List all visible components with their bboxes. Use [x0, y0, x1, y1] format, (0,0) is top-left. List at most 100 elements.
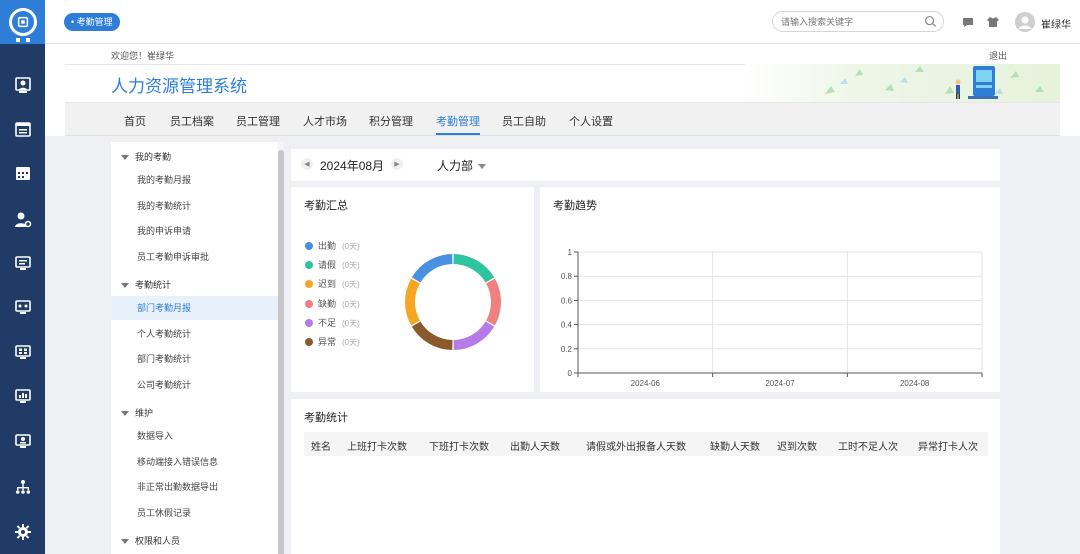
- tree-group-attendance-stats[interactable]: 考勤统计: [121, 278, 171, 291]
- nav-home[interactable]: 首页: [124, 113, 146, 129]
- profile-screen-icon[interactable]: [0, 426, 45, 456]
- apps-icon[interactable]: [0, 36, 45, 50]
- caret-down-icon: [478, 164, 487, 170]
- user-settings-icon[interactable]: [0, 205, 45, 235]
- search-box[interactable]: [772, 11, 944, 32]
- col-name[interactable]: 姓名: [311, 438, 331, 453]
- tree-item-mobile-errors[interactable]: 移动端接入错误信息: [111, 450, 278, 474]
- legend-dot: [305, 318, 313, 327]
- nav-attendance[interactable]: 考勤管理: [436, 113, 480, 135]
- donut-slice-出勤[interactable]: [411, 254, 453, 283]
- nav-talent-market[interactable]: 人才市场: [303, 113, 347, 129]
- tree-item-my-appeals[interactable]: 我的申诉申请: [111, 219, 278, 243]
- banner-illustration: [745, 64, 1060, 102]
- legend-item[interactable]: 迟到 (0天): [305, 277, 360, 290]
- legend-dot: [305, 299, 313, 308]
- donut-slice-缺勤[interactable]: [486, 278, 501, 326]
- top-bar: • 考勤管理 崔绿华: [45, 0, 1080, 44]
- tree-item-abnormal-export[interactable]: 非正常出勤数据导出: [111, 475, 278, 499]
- col-clock-out[interactable]: 下班打卡次数: [429, 438, 489, 453]
- legend-item[interactable]: 出勤 (0天): [305, 239, 360, 252]
- tree-item-data-import[interactable]: 数据导入: [111, 424, 278, 448]
- org-chart-icon[interactable]: [0, 472, 45, 502]
- scrollbar-thumb[interactable]: [278, 150, 284, 554]
- stats-title: 考勤统计: [304, 412, 348, 424]
- gear-icon[interactable]: [0, 517, 45, 547]
- legend-value: (0天): [342, 242, 360, 251]
- donut-slice-不足[interactable]: [453, 321, 495, 350]
- nav-employee-management[interactable]: 员工管理: [236, 113, 280, 129]
- x-tick-label: 2024-06: [631, 379, 661, 388]
- prev-month-button[interactable]: ◀: [301, 158, 313, 170]
- tree-item-appeal-approval[interactable]: 员工考勤申诉审批: [111, 245, 278, 269]
- tree-item-my-stats[interactable]: 我的考勤统计: [111, 194, 278, 218]
- col-late-count[interactable]: 迟到次数: [777, 438, 817, 453]
- col-leave-days[interactable]: 请假或外出报备人天数: [586, 438, 686, 453]
- department-value: 人力部: [437, 159, 474, 173]
- grid-screen-icon[interactable]: [0, 337, 45, 367]
- chart-screen-icon[interactable]: [0, 381, 45, 411]
- module-tag[interactable]: • 考勤管理: [64, 13, 120, 31]
- legend-value: (0天): [342, 280, 360, 290]
- avatar[interactable]: [1015, 12, 1035, 32]
- dashboard-icon[interactable]: [0, 292, 45, 322]
- donut-slice-异常[interactable]: [411, 321, 453, 350]
- stats-card: 考勤统计 姓名 上班打卡次数 下班打卡次数 出勤人天数 请假或外出报备人天数 缺…: [291, 399, 1000, 554]
- col-absence-days[interactable]: 缺勤人天数: [710, 438, 760, 453]
- legend-label: 出勤: [318, 241, 337, 251]
- caret-down-icon: [121, 155, 129, 161]
- nav-employee-files[interactable]: 员工档案: [170, 113, 214, 129]
- donut-slice-迟到[interactable]: [405, 278, 420, 326]
- nav-self-service[interactable]: 员工自助: [502, 113, 546, 129]
- header: 欢迎您！崔绿华 退出 人力资源管理系统 首页 员工档案 员工管理 人才市场 积分…: [45, 44, 1080, 136]
- logo-icon: [8, 8, 37, 36]
- stats-table-header: 姓名 上班打卡次数 下班打卡次数 出勤人天数 请假或外出报备人天数 缺勤人天数 …: [304, 432, 988, 456]
- filter-bar: ◀ 2024年08月 ▶ 人力部: [291, 149, 1000, 181]
- welcome-text: 欢迎您！崔绿华: [111, 51, 175, 61]
- tree-item-dept-stats[interactable]: 部门考勤统计: [111, 347, 278, 371]
- tree-group-permissions[interactable]: 权限和人员: [121, 534, 180, 547]
- monitor-icon[interactable]: [0, 248, 45, 278]
- trend-card: 考勤趋势 0 0.2 0.4 0.6 0.8 1 2024-06 2024-07 2024-08: [540, 187, 1000, 392]
- col-clock-in[interactable]: 上班打卡次数: [347, 438, 407, 453]
- tree-item-leave-records[interactable]: 员工休假记录: [111, 501, 278, 525]
- employee-icon[interactable]: [0, 70, 45, 100]
- x-tick-label: 2024-08: [900, 379, 930, 388]
- legend-label: 不足: [318, 317, 337, 328]
- group-label: 维护: [135, 408, 154, 418]
- legend-dot: [305, 242, 313, 250]
- message-icon[interactable]: [961, 15, 975, 29]
- y-tick-label: 1: [568, 248, 573, 257]
- legend-item[interactable]: 请假 (0天): [305, 258, 360, 271]
- tree-group-my-attendance[interactable]: 我的考勤: [121, 150, 171, 163]
- caret-down-icon: [121, 539, 129, 545]
- search-icon[interactable]: [924, 15, 937, 28]
- nav-personal-settings[interactable]: 个人设置: [569, 113, 613, 129]
- sidebar-scrollbar[interactable]: [278, 142, 284, 554]
- tree-item-my-monthly[interactable]: 我的考勤月报: [111, 168, 278, 192]
- calendar-icon[interactable]: [0, 158, 45, 188]
- department-select[interactable]: 人力部: [437, 157, 487, 174]
- legend-item[interactable]: 缺勤 (0天): [305, 297, 360, 310]
- y-tick-label: 0.8: [561, 272, 573, 281]
- tree-item-company-stats[interactable]: 公司考勤统计: [111, 373, 278, 397]
- y-tick-label: 0: [568, 369, 573, 378]
- tree-item-dept-monthly[interactable]: 部门考勤月报: [111, 296, 278, 320]
- tree-group-maintenance[interactable]: 维护: [121, 406, 153, 419]
- user-name[interactable]: 崔绿华: [1041, 16, 1071, 31]
- tree-item-personal-stats[interactable]: 个人考勤统计: [111, 322, 278, 346]
- search-input[interactable]: [781, 15, 921, 29]
- col-attendance-days[interactable]: 出勤人天数: [510, 438, 560, 453]
- col-abnormal-punch[interactable]: 异常打卡人次: [918, 438, 978, 453]
- next-month-button[interactable]: ▶: [391, 158, 403, 170]
- legend-item[interactable]: 不足 (0天): [305, 316, 360, 329]
- donut-slice-请假[interactable]: [453, 254, 495, 283]
- group-label: 考勤统计: [135, 280, 172, 290]
- logout-link[interactable]: 退出: [989, 49, 1007, 62]
- shirt-icon[interactable]: [986, 15, 1000, 29]
- col-short-hours[interactable]: 工时不足人次: [838, 438, 898, 453]
- trend-chart: 0 0.2 0.4 0.6 0.8 1 2024-06 2024-07 2024-08: [561, 248, 983, 388]
- legend-item[interactable]: 异常 (0天): [305, 335, 360, 348]
- nav-points[interactable]: 积分管理: [369, 113, 413, 129]
- calendar-list-icon[interactable]: [0, 114, 45, 144]
